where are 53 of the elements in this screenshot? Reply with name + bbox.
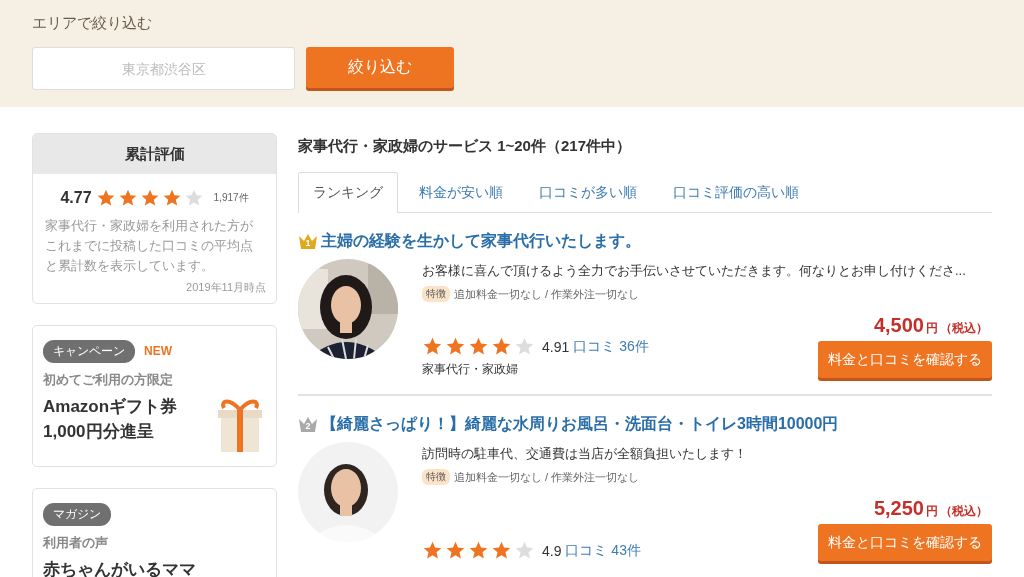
category-text: 家事代行・家政婦	[422, 361, 519, 378]
star-icon	[491, 336, 512, 357]
reviews-link[interactable]: 口コミ 36件	[573, 337, 649, 356]
reviews-link[interactable]: 口コミ 43件	[565, 541, 641, 560]
details-button[interactable]: 料金と口コミを確認する	[818, 341, 992, 378]
star-icon	[422, 540, 443, 561]
tax-note: （税込）	[940, 503, 988, 520]
sort-tab[interactable]: 口コミ評価の高い順	[658, 172, 814, 213]
tax-note: （税込）	[940, 320, 988, 337]
service-description: お客様に喜んで頂けるよう全力でお手伝いさせていただきます。何なりとお申し付けくださ...	[422, 262, 967, 280]
campaign-card[interactable]: キャンペーン NEW 初めてご利用の方限定 Amazonギフト券 1,000円分進呈	[32, 325, 277, 467]
campaign-tag: キャンペーン	[43, 340, 135, 363]
magazine-title: 赤ちゃんがいるママ	[43, 559, 196, 577]
feature-tag: 特徴	[422, 286, 450, 302]
review-count: 1,917件	[213, 191, 249, 205]
service-title-link[interactable]: 【綺麗さっぱり！】綺麗な水周りお風呂・洗面台・トイレ3時間10000円	[321, 413, 839, 435]
star-icon	[468, 540, 489, 561]
sort-tab[interactable]: 料金が安い順	[404, 172, 518, 213]
new-label: NEW	[144, 344, 172, 358]
feature-text: 追加料金一切なし / 作業外注一切なし	[454, 286, 640, 302]
star-icon	[491, 540, 512, 561]
area-input-field[interactable]: 東京都渋谷区	[32, 47, 295, 90]
card-title: 累計評価	[33, 134, 276, 174]
feature-tag: 特徴	[422, 469, 450, 485]
star-icon	[468, 336, 489, 357]
feature-text: 追加料金一切なし / 作業外注一切なし	[454, 469, 640, 485]
summary-description: 家事代行・家政婦を利用された方がこれまでに投稿した口コミの平均点と累計数を表示しています。	[44, 217, 254, 275]
price: 5,250	[873, 497, 924, 520]
date-note: 2019年11月時点	[185, 280, 267, 295]
service-description: 訪問時の駐車代、交通費は当店が全額負担いたします！	[422, 445, 748, 463]
star-icon	[514, 336, 535, 357]
results-heading: 家事代行・家政婦のサービス 1~20件（217件中）	[298, 137, 632, 156]
star-icon	[514, 540, 535, 561]
average-score: 4.77	[60, 189, 92, 207]
sort-tab[interactable]: 口コミが多い順	[524, 172, 652, 213]
price-unit: 円	[926, 320, 938, 337]
filter-button[interactable]: 絞り込む	[306, 47, 454, 88]
price: 4,500	[873, 314, 924, 337]
magazine-card[interactable]: マガジン 利用者の声 赤ちゃんがいるママ	[32, 488, 277, 577]
campaign-title: Amazonギフト券 1,000円分進呈	[43, 396, 178, 443]
star-icon	[445, 336, 466, 357]
price-unit: 円	[926, 503, 938, 520]
service-title-link[interactable]: 主婦の経験を生かして家事代行いたします。	[321, 230, 641, 252]
rating-score: 4.9	[542, 542, 562, 559]
sort-tab[interactable]: ランキング	[298, 172, 398, 213]
filter-label: エリアで絞り込む	[32, 14, 153, 33]
magazine-subtitle: 利用者の声	[43, 534, 109, 552]
campaign-subtitle: 初めてご利用の方限定	[43, 371, 174, 389]
magazine-tag: マガジン	[43, 503, 111, 526]
star-icon	[422, 336, 443, 357]
details-button[interactable]: 料金と口コミを確認する	[818, 524, 992, 561]
star-icon	[445, 540, 466, 561]
rating-score: 4.91	[542, 338, 570, 355]
